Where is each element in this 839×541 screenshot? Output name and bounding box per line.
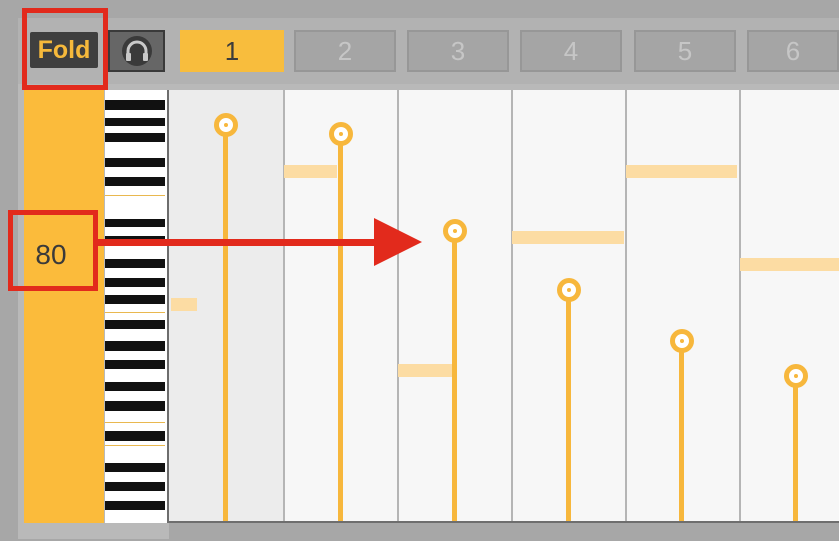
piano-key[interactable]	[105, 278, 165, 287]
note-bar[interactable]	[626, 165, 737, 178]
note-bar[interactable]	[171, 298, 197, 311]
fold-button[interactable]: Fold	[30, 32, 98, 68]
piano-key[interactable]	[105, 158, 165, 167]
piano-key-divider	[105, 312, 165, 313]
arrow-right-icon	[374, 218, 422, 266]
piano-key[interactable]	[105, 431, 165, 441]
velocity-stem[interactable]	[793, 377, 798, 521]
piano-key[interactable]	[105, 133, 165, 142]
velocity-handle[interactable]	[214, 113, 238, 137]
velocity-handle[interactable]	[670, 329, 694, 353]
piano-keyboard[interactable]	[105, 90, 169, 523]
velocity-value[interactable]: 80	[16, 230, 86, 280]
note-bar[interactable]	[398, 364, 453, 377]
piano-key[interactable]	[105, 219, 165, 227]
headphones-icon	[121, 36, 152, 66]
step-tab-2[interactable]: 2	[294, 30, 396, 72]
velocity-stem[interactable]	[452, 232, 457, 521]
velocity-stem[interactable]	[679, 342, 684, 521]
piano-key[interactable]	[105, 177, 165, 186]
step-tab-3[interactable]: 3	[407, 30, 509, 72]
velocity-stem[interactable]	[566, 291, 571, 521]
piano-key[interactable]	[105, 341, 165, 351]
step-grid[interactable]	[169, 90, 839, 521]
velocity-strip[interactable]	[24, 90, 104, 523]
velocity-stem[interactable]	[223, 126, 228, 521]
piano-key[interactable]	[105, 320, 165, 329]
piano-key[interactable]	[105, 295, 165, 304]
piano-key[interactable]	[105, 463, 165, 472]
velocity-handle[interactable]	[443, 219, 467, 243]
piano-key[interactable]	[105, 401, 165, 411]
velocity-handle[interactable]	[557, 278, 581, 302]
piano-key[interactable]	[105, 100, 165, 110]
step-tab-5[interactable]: 5	[634, 30, 736, 72]
step-column-6[interactable]	[739, 90, 839, 521]
piano-key[interactable]	[105, 501, 165, 510]
step-tab-6[interactable]: 6	[747, 30, 839, 72]
velocity-stem[interactable]	[338, 135, 343, 521]
velocity-handle[interactable]	[329, 122, 353, 146]
velocity-handle[interactable]	[784, 364, 808, 388]
step-tab-1[interactable]: 1	[180, 30, 284, 72]
annotation-arrow-line	[94, 239, 384, 246]
piano-key-divider	[105, 422, 165, 423]
note-bar[interactable]	[284, 165, 337, 178]
piano-key[interactable]	[105, 360, 165, 369]
piano-key[interactable]	[105, 382, 165, 391]
grid-bottom-border	[169, 521, 839, 541]
note-bar[interactable]	[512, 231, 624, 244]
piano-key[interactable]	[105, 259, 165, 268]
piano-key[interactable]	[105, 118, 165, 126]
piano-key-divider	[105, 195, 165, 196]
note-bar[interactable]	[740, 258, 839, 271]
step-tab-4[interactable]: 4	[520, 30, 622, 72]
piano-key[interactable]	[105, 482, 165, 491]
headphones-button[interactable]	[108, 30, 165, 72]
piano-key-divider	[105, 445, 165, 446]
